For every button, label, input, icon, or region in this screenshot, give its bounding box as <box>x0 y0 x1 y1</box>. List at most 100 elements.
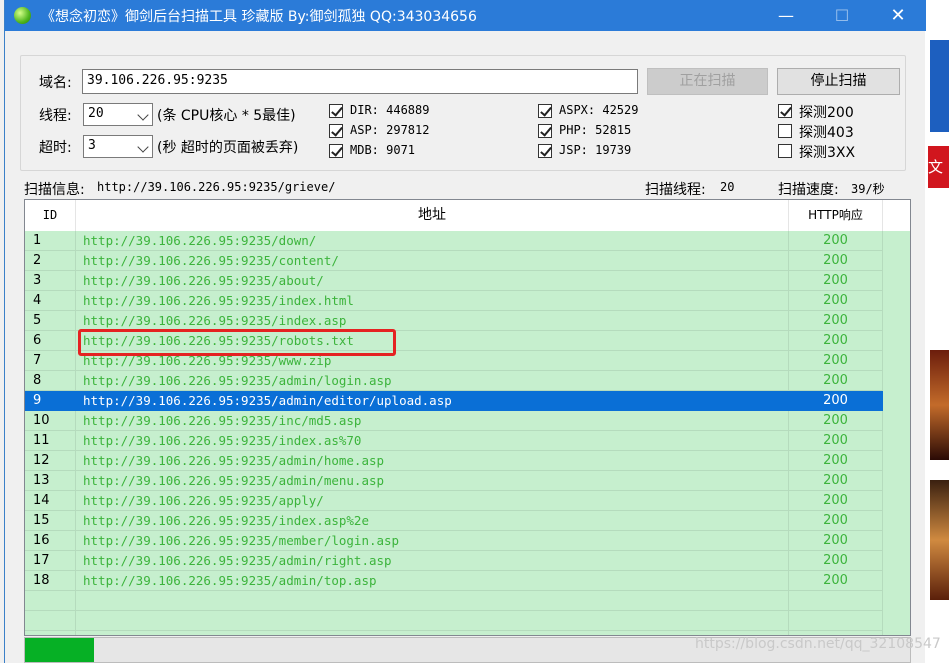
jsp-checkbox[interactable] <box>538 144 552 158</box>
timeout-value: 3 <box>88 138 96 153</box>
highlight-box <box>78 329 396 356</box>
table-row[interactable]: 12 http://39.106.226.95:9235/admin/home.a… <box>25 451 883 471</box>
threads-select[interactable]: 20 <box>83 103 153 126</box>
table-row[interactable]: 10 http://39.106.226.95:9235/inc/md5.asp 2… <box>25 411 883 431</box>
row-url: http://39.106.226.95:9235/index.html <box>76 291 789 311</box>
table-row[interactable]: 14 http://39.106.226.95:9235/apply/200 <box>25 491 883 511</box>
table-row[interactable]: 16 http://39.106.226.95:9235/member/login… <box>25 531 883 551</box>
row-url: http://39.106.226.95:9235/about/ <box>76 271 789 291</box>
row-http-status: 200 <box>789 231 883 251</box>
chevron-down-icon <box>137 141 149 153</box>
probe-403-checkbox[interactable] <box>778 124 792 138</box>
row-id: 5 <box>25 311 76 331</box>
row-http-status: 200 <box>789 331 883 351</box>
aspx-checkbox[interactable] <box>538 104 552 118</box>
row-url: http://39.106.226.95:9235/admin/menu.asp <box>76 471 789 491</box>
row-id: 4 <box>25 291 76 311</box>
row-id: 2 <box>25 251 76 271</box>
column-header-http[interactable]: HTTP响应 <box>789 200 883 231</box>
row-http-status: 200 <box>789 271 883 291</box>
table-row[interactable]: 17 http://39.106.226.95:9235/admin/right.… <box>25 551 883 571</box>
aspx-label: ASPX: 42529 <box>559 103 639 117</box>
row-url: http://39.106.226.95:9235/index.asp%2e <box>76 511 789 531</box>
table-row[interactable]: 4 http://39.106.226.95:9235/index.html 200 <box>25 291 883 311</box>
progress-fill <box>25 638 95 662</box>
probe-200-label: 探测200 <box>799 105 854 121</box>
scan-threads-label: 扫描线程: <box>645 182 706 198</box>
row-http-status: 200 <box>789 391 883 411</box>
results-table[interactable]: ID 地址 HTTP响应 1 http://39.106.226.95:9235/… <box>24 199 911 636</box>
row-http-status: 200 <box>789 451 883 471</box>
table-row[interactable]: 2 http://39.106.226.95:9235/content/200 <box>25 251 883 271</box>
row-id: 14 <box>25 491 76 511</box>
probe-3xx-checkbox[interactable] <box>778 144 792 158</box>
maximize-button[interactable]: ☐ <box>819 0 865 31</box>
row-id: 13 <box>25 471 76 491</box>
table-header: ID 地址 HTTP响应 <box>25 200 910 231</box>
row-http-status: 200 <box>789 411 883 431</box>
column-divider <box>75 591 76 635</box>
row-id: 17 <box>25 551 76 571</box>
mdb-checkbox[interactable] <box>329 144 343 158</box>
scanning-button[interactable]: 正在扫描 <box>647 68 768 95</box>
row-http-status: 200 <box>789 251 883 271</box>
php-label: PHP: 52815 <box>559 123 632 137</box>
minimize-button[interactable]: — <box>763 0 809 31</box>
probe-200-checkbox[interactable] <box>778 104 792 118</box>
row-id: 10 <box>25 411 76 431</box>
chevron-down-icon <box>137 109 149 121</box>
row-http-status: 200 <box>789 371 883 391</box>
dir-label: DIR: 446889 <box>350 103 430 117</box>
asp-checkbox[interactable] <box>329 124 343 138</box>
row-id: 7 <box>25 351 76 371</box>
row-http-status: 200 <box>789 311 883 331</box>
row-url: http://39.106.226.95:9235/admin/top.asp <box>76 571 789 591</box>
stop-scan-button[interactable]: 停止扫描 <box>777 68 900 95</box>
php-checkbox[interactable] <box>538 124 552 138</box>
column-header-id[interactable]: ID <box>25 200 76 231</box>
table-row[interactable]: 18 http://39.106.226.95:9235/admin/top.as… <box>25 571 883 591</box>
close-button[interactable]: ✕ <box>875 0 921 31</box>
timeout-select[interactable]: 3 <box>83 135 153 158</box>
table-row[interactable]: 15 http://39.106.226.95:9235/index.asp%2e… <box>25 511 883 531</box>
row-id: 16 <box>25 531 76 551</box>
dir-checkbox[interactable] <box>329 104 343 118</box>
domain-label: 域名: <box>39 75 72 91</box>
empty-row <box>25 630 883 631</box>
table-row[interactable]: 1 http://39.106.226.95:9235/down/200 <box>25 231 883 251</box>
table-row[interactable]: 3 http://39.106.226.95:9235/about/200 <box>25 271 883 291</box>
column-divider <box>788 591 789 635</box>
jsp-label: JSP: 19739 <box>559 143 632 157</box>
row-url: http://39.106.226.95:9235/content/ <box>76 251 789 271</box>
table-row[interactable]: 5 http://39.106.226.95:9235/index.asp 200 <box>25 311 883 331</box>
domain-input[interactable]: 39.106.226.95:9235 <box>82 69 638 94</box>
scan-speed-value: 39/秒 <box>851 182 885 196</box>
column-divider <box>882 591 883 635</box>
mdb-label: MDB: 9071 <box>350 143 416 157</box>
table-row[interactable]: 8 http://39.106.226.95:9235/admin/login.a… <box>25 371 883 391</box>
row-url: http://39.106.226.95:9235/inc/md5.asp <box>76 411 789 431</box>
table-row[interactable]: 11 http://39.106.226.95:9235/index.as%70 2… <box>25 431 883 451</box>
table-row[interactable]: 9 http://39.106.226.95:9235/admin/editor/… <box>25 391 883 411</box>
app-icon <box>14 7 31 24</box>
background-panel <box>930 40 949 132</box>
table-row[interactable]: 13 http://39.106.226.95:9235/admin/menu.a… <box>25 471 883 491</box>
threads-hint: (条 CPU核心 * 5最佳) <box>157 108 296 124</box>
row-http-status: 200 <box>789 291 883 311</box>
row-id: 9 <box>25 391 76 411</box>
row-url: http://39.106.226.95:9235/member/login.a… <box>76 531 789 551</box>
title-bar[interactable]: 《想念初恋》御剑后台扫描工具 珍藏版 By:御剑孤独 QQ:343034656 … <box>5 0 926 31</box>
row-http-status: 200 <box>789 511 883 531</box>
background-image <box>930 480 949 600</box>
background-tag: 文章 <box>928 146 949 188</box>
timeout-hint: (秒 超时的页面被丢弃) <box>157 140 299 156</box>
column-header-url[interactable]: 地址 <box>76 200 789 231</box>
asp-label: ASP: 297812 <box>350 123 430 137</box>
row-id: 15 <box>25 511 76 531</box>
table-body: 1 http://39.106.226.95:9235/down/200 2 http… <box>25 231 910 635</box>
row-url: http://39.106.226.95:9235/apply/ <box>76 491 789 511</box>
row-id: 3 <box>25 271 76 291</box>
row-url: http://39.106.226.95:9235/admin/editor/u… <box>76 391 789 411</box>
row-http-status: 200 <box>789 471 883 491</box>
row-url: http://39.106.226.95:9235/admin/home.asp <box>76 451 789 471</box>
